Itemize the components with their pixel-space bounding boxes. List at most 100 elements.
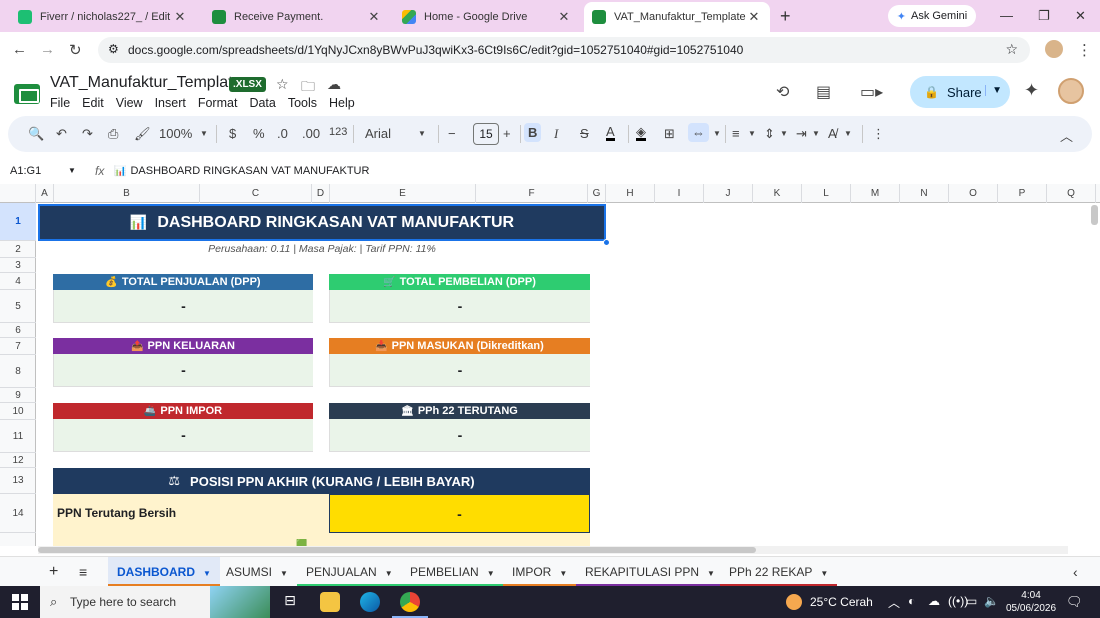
column-header[interactable]: L [802,184,851,203]
card-total-penjualan[interactable]: 💰 TOTAL PENJUALAN (DPP) - [53,274,313,323]
close-tab-icon[interactable]: ✕ [746,9,762,25]
dashboard-title-cell[interactable]: 📊 DASHBOARD RINGKASAN VAT MANUFAKTUR [38,204,606,241]
formula-input[interactable]: 📊 DASHBOARD RINGKASAN VAT MANUFAKTUR [114,165,369,177]
text-color-button[interactable]: A [606,125,615,141]
menu-data[interactable]: Data [249,96,275,110]
url-field[interactable]: ⚙ docs.google.com/spreadsheets/d/1YqNyJC… [98,37,1030,63]
menu-insert[interactable]: Insert [155,96,186,110]
ask-gemini-button[interactable]: ✦ Ask Gemini [888,5,976,27]
column-header[interactable]: D [312,184,330,203]
collapse-toolbar-icon[interactable]: ︿ [1060,126,1073,145]
scrollbar-thumb[interactable] [38,547,756,553]
back-icon[interactable]: ← [12,41,27,58]
sheet-tab-rekapitulasi[interactable]: REKAPITULASI PPN ▼ [576,557,724,587]
menu-file[interactable]: File [50,96,70,110]
browser-tab-fiverr[interactable]: Fiverr / nicholas227_ / Edit Gig ✕ [10,4,196,30]
chevron-down-icon[interactable]: ▼ [418,129,426,138]
close-window-icon[interactable]: ✕ [1075,8,1086,24]
row-header[interactable]: 7 [0,338,36,355]
chevron-down-icon[interactable]: ▼ [385,569,393,578]
windows-start-icon[interactable] [12,594,28,610]
dashboard-subtitle[interactable]: Perusahaan: 0.11 | Masa Pajak: | Tarif P… [38,243,606,255]
column-header[interactable]: F [476,184,588,203]
row-header[interactable]: 11 [0,420,36,453]
text-rotation-icon[interactable]: A̸ [828,126,837,141]
google-sheets-logo-icon[interactable] [14,84,40,104]
partial-row[interactable] [53,533,590,546]
row-header[interactable]: 12 [0,453,36,468]
sheet-tab-pembelian[interactable]: PEMBELIAN ▼ [401,557,504,587]
site-info-icon[interactable]: ⚙ [108,42,119,56]
tray-cloud-icon[interactable]: ☁ [928,594,940,608]
add-sheet-icon[interactable]: + [40,557,67,587]
browser-tab-sheet[interactable]: VAT_Manufaktur_Template.xlsx ✕ [584,2,770,32]
card-total-pembelian[interactable]: 🛒 TOTAL PEMBELIAN (DPP) - [329,274,590,323]
vertical-scrollbar[interactable] [1091,205,1098,225]
chevron-down-icon[interactable]: ▼ [713,129,721,138]
more-formats-button[interactable]: 123 [329,126,347,138]
chevron-down-icon[interactable]: ▼ [820,569,828,578]
card-ppn-impor[interactable]: 🚢 PPN IMPOR - [53,403,313,452]
chevron-down-icon[interactable]: ▼ [487,569,495,578]
column-header[interactable]: N [900,184,949,203]
column-header[interactable]: H [606,184,655,203]
more-options-icon[interactable]: ⋮ [872,126,885,142]
undo-icon[interactable]: ↶ [56,126,67,142]
menu-view[interactable]: View [116,96,143,110]
new-tab-icon[interactable]: + [780,6,791,27]
row-header[interactable]: 10 [0,403,36,420]
user-avatar[interactable] [1058,78,1084,104]
spreadsheet-grid[interactable]: A B C D E F G H I J K L M N O P Q 1 2 3 … [0,184,1100,546]
forward-icon[interactable]: → [40,41,55,58]
meet-icon[interactable]: ▭▸ [860,82,883,102]
decrease-font-size-button[interactable]: − [448,126,456,141]
chevron-down-icon[interactable]: ▼ [748,129,756,138]
weather-widget[interactable]: 25°C Cerah [786,594,873,610]
all-sheets-icon[interactable]: ≡ [70,557,96,587]
card-pph22-terutang[interactable]: 🏛 PPh 22 TERUTANG - [329,403,590,452]
column-header[interactable]: M [851,184,900,203]
italic-button[interactable]: I [554,126,558,142]
sheet-tab-penjualan[interactable]: PENJUALAN ▼ [297,557,402,587]
net-ppn-label-cell[interactable]: PPN Terutang Bersih [53,494,329,533]
menu-format[interactable]: Format [198,96,238,110]
close-tab-icon[interactable]: ✕ [366,9,382,25]
column-header[interactable]: C [200,184,312,203]
net-ppn-value-cell[interactable]: - [329,494,590,533]
chevron-down-icon[interactable]: ▼ [200,129,208,138]
chevron-down-icon[interactable]: ▼ [559,569,567,578]
star-icon[interactable]: ☆ [276,76,289,93]
format-percent-button[interactable]: % [253,126,265,141]
menu-help[interactable]: Help [329,96,355,110]
gemini-sparkle-icon[interactable]: ✦ [1024,80,1039,101]
share-button[interactable]: 🔒 Share ▼ [910,76,1010,108]
decrease-decimal-button[interactable]: .0 [277,126,288,141]
column-header[interactable]: B [54,184,200,203]
profile-avatar[interactable] [1045,40,1063,58]
horizontal-scrollbar[interactable] [38,546,1068,554]
sheet-tab-pph22[interactable]: PPh 22 REKAP ▼ [720,557,838,587]
taskbar-clock[interactable]: 4:04 05/06/2026 [1006,589,1056,615]
version-history-icon[interactable]: ⟲ [776,82,789,102]
card-ppn-keluaran[interactable]: 📤 PPN KELUARAN - [53,338,313,387]
sheet-tab-asumsi[interactable]: ASUMSI ▼ [217,557,297,587]
chevron-down-icon[interactable]: ▼ [203,569,211,578]
merge-cells-icon[interactable]: ⇔ [688,123,709,142]
row-header[interactable]: 14 [0,494,36,533]
font-size-input[interactable]: 15 [473,123,499,145]
volume-icon[interactable]: 🔈 [984,594,999,608]
posisi-ppn-header[interactable]: ⚖ POSISI PPN AKHIR (KURANG / LEBIH BAYAR… [53,468,590,494]
bookmark-star-icon[interactable]: ☆ [1005,41,1018,58]
borders-icon[interactable]: ⊞ [664,126,675,142]
column-header[interactable]: O [949,184,998,203]
column-header[interactable]: P [998,184,1047,203]
menu-edit[interactable]: Edit [82,96,104,110]
restore-icon[interactable]: ❐ [1038,8,1050,24]
search-menus-icon[interactable]: 🔍 [28,126,44,142]
column-header[interactable]: A [36,184,54,203]
vertical-align-icon[interactable]: ⇕ [764,126,775,142]
card-ppn-masukan[interactable]: 📥 PPN MASUKAN (Dikreditkan) - [329,338,590,387]
share-dropdown-icon[interactable]: ▼ [985,85,1002,96]
chevron-down-icon[interactable]: ▼ [280,569,288,578]
increase-decimal-button[interactable]: .00 [302,126,320,141]
